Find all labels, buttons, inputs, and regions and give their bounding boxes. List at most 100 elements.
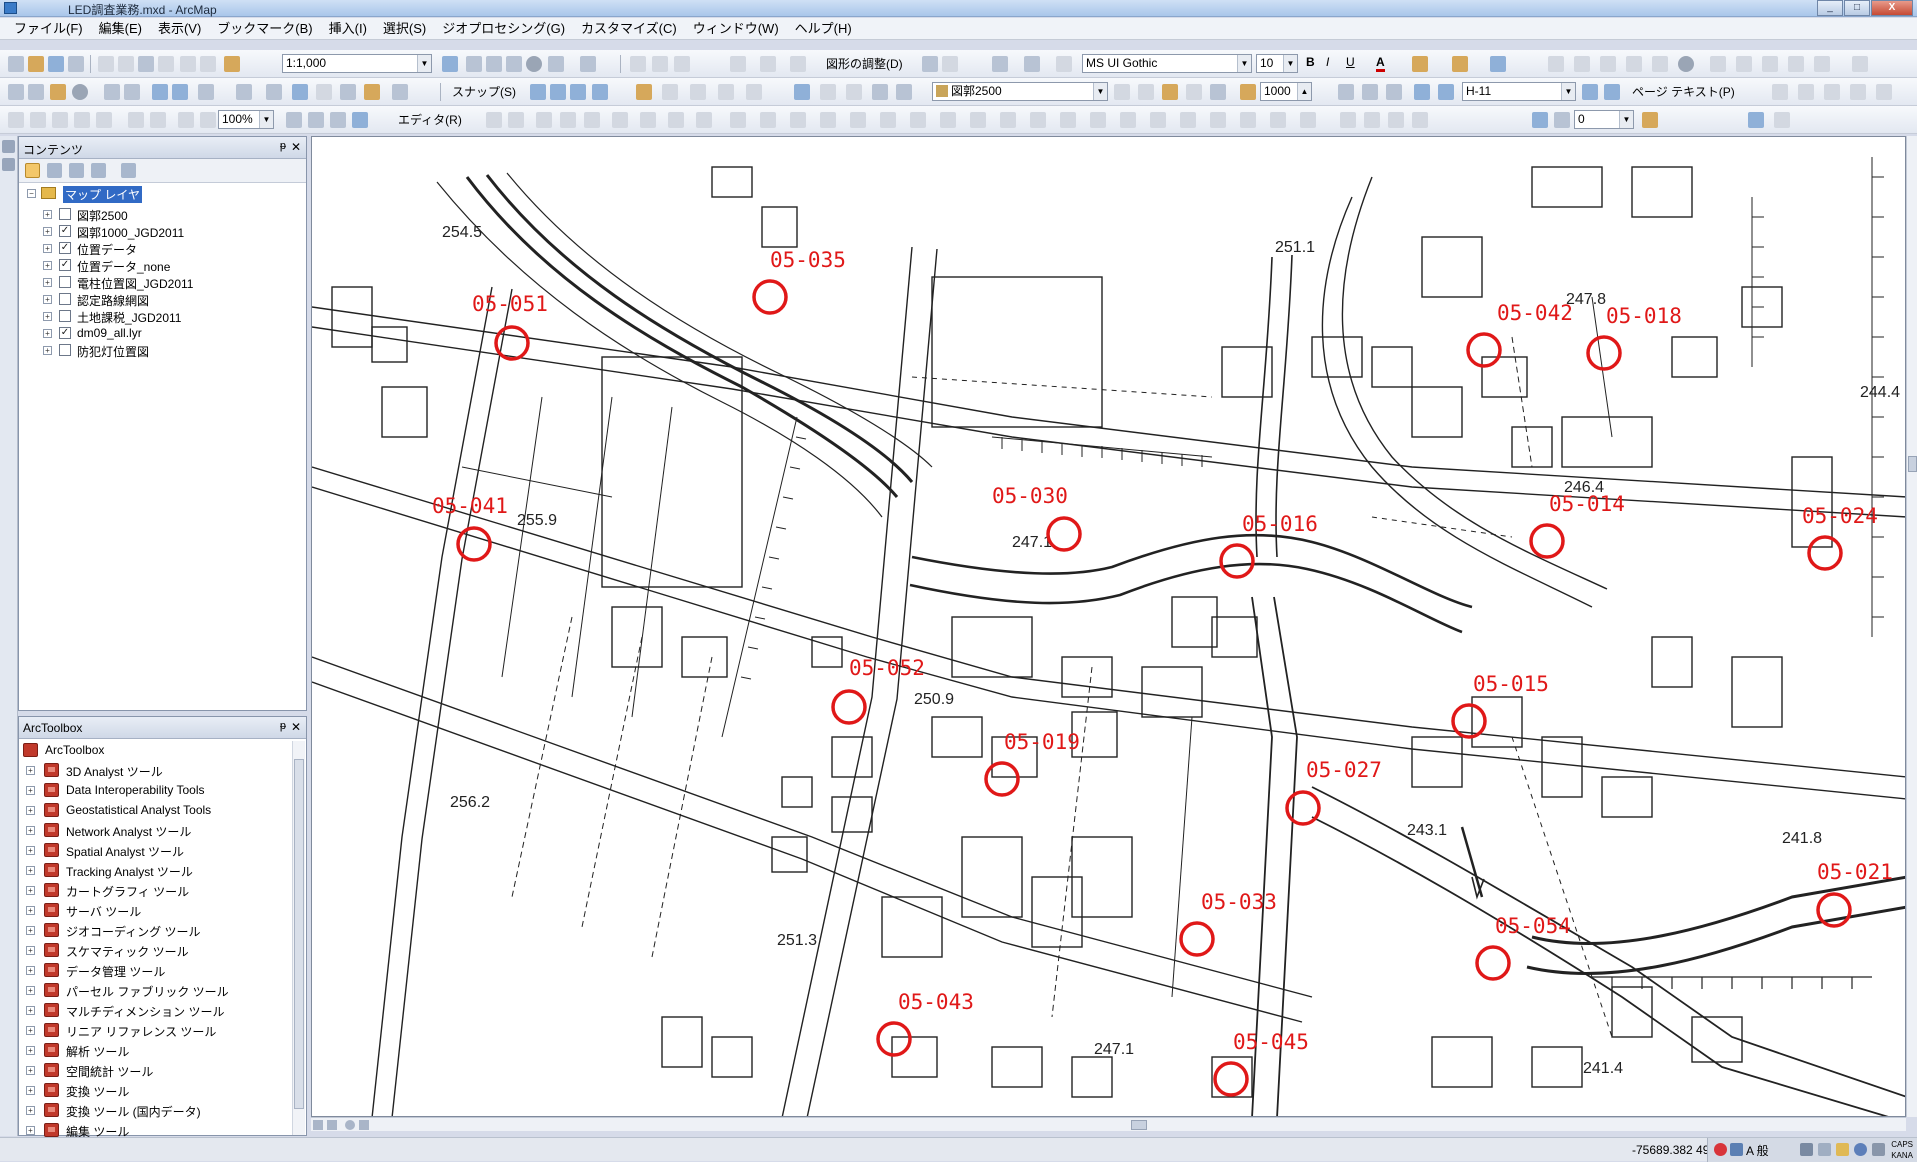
- survey-point-marker[interactable]: [1466, 332, 1502, 368]
- new-text-icon[interactable]: [1024, 56, 1040, 72]
- help-icon[interactable]: [1854, 1143, 1867, 1156]
- cut-polygon-icon[interactable]: [746, 84, 762, 100]
- modelbuilder-icon[interactable]: [580, 56, 596, 72]
- toolbox-item[interactable]: + Network Analyst ツール: [19, 821, 289, 841]
- toolbox-item[interactable]: + Data Interoperability Tools: [19, 781, 289, 801]
- error-inspector-icon[interactable]: [790, 112, 806, 128]
- menu-insert[interactable]: 挿入(I): [321, 18, 375, 40]
- html-popup-icon[interactable]: [340, 84, 356, 100]
- select-elements-tool-icon[interactable]: [266, 84, 282, 100]
- rotate-data-frame-icon[interactable]: [1554, 112, 1570, 128]
- survey-point-marker[interactable]: [984, 761, 1020, 797]
- save-icon[interactable]: [48, 56, 64, 72]
- order-front-icon[interactable]: [1710, 56, 1726, 72]
- ime-mode-icon[interactable]: [1730, 1143, 1743, 1156]
- survey-point-marker[interactable]: [1219, 543, 1255, 579]
- paste-icon[interactable]: [138, 56, 154, 72]
- layer-row[interactable]: + 防犯灯位置図: [19, 341, 306, 361]
- brightness-icon[interactable]: [1138, 84, 1154, 100]
- forward-extent-icon[interactable]: [172, 84, 188, 100]
- representation-icon[interactable]: [1210, 112, 1226, 128]
- layout-zoom-combo[interactable]: 100% ▼: [218, 110, 274, 129]
- data-view-toggle-icon[interactable]: [313, 1120, 323, 1130]
- map-view[interactable]: 254.5 251.1 247.8 244.4 246.4 255.9 247.…: [311, 136, 1906, 1117]
- fill-color-icon[interactable]: [1412, 56, 1428, 72]
- layout-view-toggle-icon[interactable]: [327, 1120, 337, 1130]
- toolbox-item[interactable]: + サーバ ツール: [19, 901, 289, 921]
- list-by-selection-icon[interactable]: [91, 163, 106, 178]
- editor-menu[interactable]: エディタ(R): [398, 111, 462, 128]
- back-extent-icon[interactable]: [152, 84, 168, 100]
- zoom-whole-page-icon[interactable]: [74, 112, 90, 128]
- menu-view[interactable]: 表示(V): [150, 18, 209, 40]
- survey-point-marker[interactable]: [1213, 1061, 1249, 1097]
- page-value-combo[interactable]: 1000 ▲: [1260, 82, 1312, 101]
- bold-button[interactable]: B: [1306, 55, 1315, 69]
- expand-icon[interactable]: +: [26, 986, 35, 995]
- ddp-setup-icon[interactable]: [1338, 84, 1354, 100]
- toolbox-label[interactable]: リニア リファレンス ツール: [66, 1023, 216, 1040]
- advanced-edit-icon[interactable]: [1030, 112, 1046, 128]
- label-manager-icon[interactable]: [896, 84, 912, 100]
- results-tab-icon[interactable]: [2, 158, 15, 171]
- marker-color-icon[interactable]: [1490, 56, 1506, 72]
- layer-visibility-checkbox[interactable]: ✓: [59, 242, 71, 254]
- survey-point-marker[interactable]: [1529, 523, 1565, 559]
- legend-icon[interactable]: [1850, 84, 1866, 100]
- select-features-icon[interactable]: [198, 84, 214, 100]
- toolbox-label[interactable]: Geostatistical Analyst Tools: [66, 803, 211, 817]
- georef-icon[interactable]: [730, 56, 746, 72]
- layout-zoom-in-icon[interactable]: [8, 112, 24, 128]
- menu-selection[interactable]: 選択(S): [375, 18, 434, 40]
- shared-edge-icon[interactable]: [850, 112, 866, 128]
- results-dock-icon[interactable]: [2, 140, 15, 153]
- toc-window-icon[interactable]: [466, 56, 482, 72]
- edge-snap-icon[interactable]: [592, 84, 608, 100]
- generalize-icon[interactable]: [1150, 112, 1166, 128]
- catalog-window-icon[interactable]: [486, 56, 502, 72]
- data-frame-tools-icon[interactable]: [1532, 112, 1548, 128]
- expand-icon[interactable]: +: [43, 312, 52, 321]
- hyperlink-icon[interactable]: [316, 84, 332, 100]
- anno-unplace-icon[interactable]: [1388, 112, 1404, 128]
- expand-icon[interactable]: +: [26, 1126, 35, 1135]
- spatial-adjust-icon[interactable]: [1060, 112, 1076, 128]
- fix-topology-icon[interactable]: [820, 112, 836, 128]
- toolbox-label[interactable]: パーセル ファブリック ツール: [66, 983, 229, 1000]
- toolbox-item[interactable]: + 変換 ツール (国内データ): [19, 1101, 289, 1121]
- toolbox-item[interactable]: + スケマティック ツール: [19, 941, 289, 961]
- change-layout-icon[interactable]: [330, 112, 346, 128]
- map-scale-combo[interactable]: 1:1,000 ▼: [282, 54, 432, 73]
- horizontal-scroll-thumb[interactable]: [1131, 1120, 1147, 1130]
- search-window-icon[interactable]: [506, 56, 522, 72]
- reshape-icon[interactable]: [536, 112, 552, 128]
- maximize-button[interactable]: □: [1844, 0, 1870, 16]
- survey-point-marker[interactable]: [1179, 921, 1215, 957]
- pan-icon[interactable]: [50, 84, 66, 100]
- toolbox-label[interactable]: Data Interoperability Tools: [66, 783, 205, 797]
- identify-icon[interactable]: [292, 84, 308, 100]
- first-page-icon[interactable]: [1414, 84, 1430, 100]
- expand-icon[interactable]: +: [26, 1026, 35, 1035]
- align-icon[interactable]: [1548, 56, 1564, 72]
- edit-undo-icon[interactable]: [910, 112, 926, 128]
- contrast-icon[interactable]: [1114, 84, 1130, 100]
- snapping-menu[interactable]: スナップ(S): [452, 83, 516, 100]
- minimize-button[interactable]: _: [1817, 0, 1843, 16]
- expand-icon[interactable]: +: [26, 846, 35, 855]
- expand-icon[interactable]: +: [26, 786, 35, 795]
- layer-visibility-checkbox[interactable]: [59, 344, 71, 356]
- north-arrow-icon[interactable]: [1798, 84, 1814, 100]
- expand-icon[interactable]: +: [26, 1006, 35, 1015]
- georef-rotate-icon[interactable]: [790, 56, 806, 72]
- create-features-icon[interactable]: [696, 112, 712, 128]
- expand-icon[interactable]: +: [43, 261, 52, 270]
- grid-icon[interactable]: [1386, 84, 1402, 100]
- edgematch-icon[interactable]: [1120, 112, 1136, 128]
- toggle-draft-icon[interactable]: [286, 112, 302, 128]
- font-size-combo[interactable]: 10 ▼: [1256, 54, 1298, 73]
- close-button[interactable]: X: [1871, 0, 1913, 16]
- ime-status-icon[interactable]: [1714, 1143, 1727, 1156]
- add-data-icon[interactable]: [224, 56, 240, 72]
- traverse-icon[interactable]: [970, 112, 986, 128]
